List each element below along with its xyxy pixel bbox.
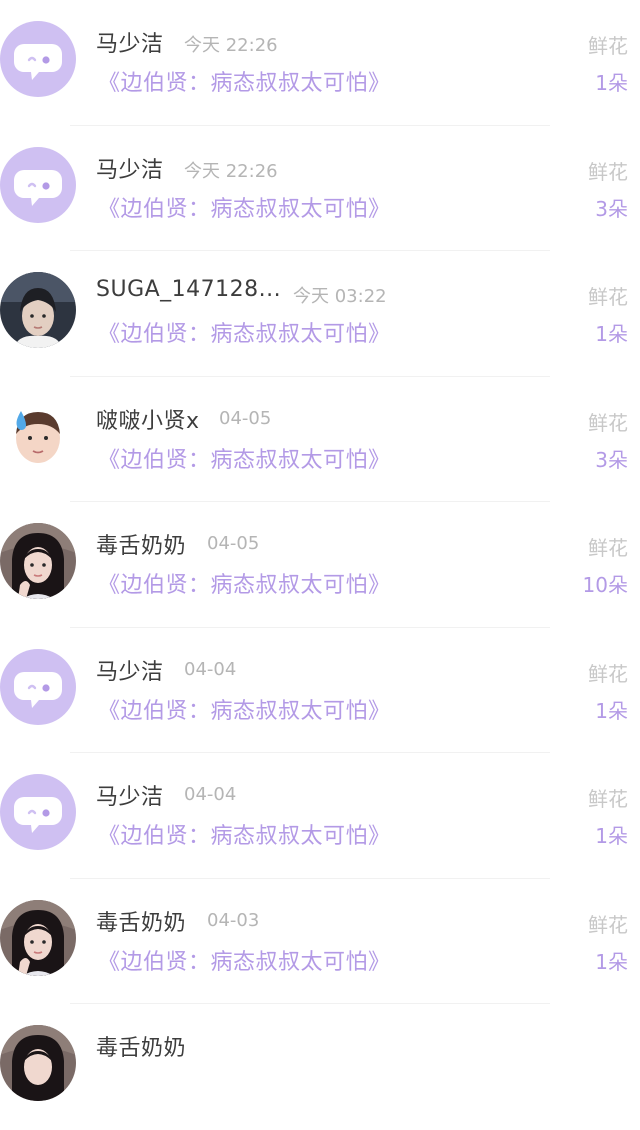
- list-item[interactable]: 毒舌奶奶 04-05 《边伯贤：病态叔叔太可怕》 鲜花 10朵: [0, 502, 640, 628]
- user-avatar[interactable]: [0, 398, 76, 474]
- list-item[interactable]: 毒舌奶奶 04-03 《边伯贤：病态叔叔太可怕》 鲜花 1朵: [0, 879, 640, 1004]
- sender-name: 马少洁: [96, 157, 164, 183]
- book-title-link[interactable]: 《边伯贤：病态叔叔太可怕》: [98, 191, 391, 223]
- default-chat-avatar-icon[interactable]: [0, 648, 76, 725]
- gift-count: 10朵: [582, 573, 628, 597]
- gift-count: 1朵: [595, 949, 628, 974]
- list-item[interactable]: 毒舌奶奶: [0, 1004, 640, 1130]
- gift-type: 鲜花: [588, 536, 628, 560]
- user-avatar[interactable]: [0, 523, 76, 599]
- user-avatar[interactable]: [0, 1025, 76, 1101]
- gift-count: 3朵: [595, 447, 628, 472]
- sender-name: 啵啵小贤x: [96, 408, 200, 434]
- book-title-link[interactable]: 《边伯贤：病态叔叔太可怕》: [98, 316, 391, 348]
- book-title-link[interactable]: 《边伯贤：病态叔叔太可怕》: [98, 693, 391, 725]
- list-item[interactable]: SUGA_147128... 今天 03:22 《边伯贤：病态叔叔太可怕》 鲜花…: [0, 251, 640, 377]
- book-title-link[interactable]: 《边伯贤：病态叔叔太可怕》: [98, 567, 391, 599]
- gift-count: 1朵: [595, 698, 628, 723]
- book-title-link[interactable]: 《边伯贤：病态叔叔太可怕》: [98, 818, 391, 850]
- list-item[interactable]: 马少洁 04-04 《边伯贤：病态叔叔太可怕》 鲜花 1朵: [0, 753, 640, 879]
- sent-time: 04-05: [219, 407, 272, 429]
- gift-type: 鲜花: [588, 912, 628, 937]
- book-title-link[interactable]: 《边伯贤：病态叔叔太可怕》: [98, 442, 391, 474]
- book-title-link[interactable]: 《边伯贤：病态叔叔太可怕》: [98, 944, 391, 976]
- gift-type: 鲜花: [588, 661, 628, 686]
- flower-gift-list: 马少洁 今天 22:26 《边伯贤：病态叔叔太可怕》 鲜花 1朵 马少洁 今天 …: [0, 0, 640, 1130]
- book-title-link[interactable]: 《边伯贤：病态叔叔太可怕》: [98, 65, 391, 97]
- sender-name: 马少洁: [96, 659, 164, 685]
- list-item[interactable]: 马少洁 今天 22:26 《边伯贤：病态叔叔太可怕》 鲜花 1朵: [0, 0, 640, 126]
- gift-count: 3朵: [595, 196, 628, 221]
- default-chat-avatar-icon[interactable]: [0, 21, 76, 97]
- sent-time: 04-04: [184, 784, 237, 805]
- sent-time: 今天 22:26: [184, 35, 278, 56]
- default-chat-avatar-icon[interactable]: [0, 774, 76, 850]
- gift-count: 1朵: [595, 322, 628, 346]
- sent-time: 今天 03:22: [293, 286, 387, 307]
- gift-type: 鲜花: [588, 159, 628, 184]
- sender-name: 毒舌奶奶: [96, 910, 187, 936]
- gift-type: 鲜花: [588, 34, 628, 58]
- sender-name: 马少洁: [96, 32, 164, 57]
- sender-name: SUGA_147128...: [96, 277, 282, 302]
- list-item[interactable]: 马少洁 04-04 《边伯贤：病态叔叔太可怕》 鲜花 1朵: [0, 628, 640, 753]
- gift-type: 鲜花: [588, 285, 628, 309]
- gift-type: 鲜花: [588, 410, 628, 435]
- sender-name: 毒舌奶奶: [96, 534, 187, 559]
- sent-time: 04-04: [184, 658, 237, 680]
- sent-time: 今天 22:26: [184, 160, 278, 182]
- sent-time: 04-05: [207, 533, 260, 554]
- sent-time: 04-03: [207, 909, 260, 931]
- list-item[interactable]: 啵啵小贤x 04-05 《边伯贤：病态叔叔太可怕》 鲜花 3朵: [0, 377, 640, 502]
- gift-count: 1朵: [595, 71, 628, 95]
- sender-name: 毒舌奶奶: [96, 1036, 187, 1061]
- default-chat-avatar-icon[interactable]: [0, 146, 76, 223]
- gift-type: 鲜花: [588, 787, 628, 811]
- sender-name: 马少洁: [96, 785, 164, 810]
- user-avatar[interactable]: [0, 272, 76, 348]
- gift-count: 1朵: [595, 824, 628, 848]
- list-item[interactable]: 马少洁 今天 22:26 《边伯贤：病态叔叔太可怕》 鲜花 3朵: [0, 126, 640, 251]
- user-avatar[interactable]: [0, 899, 76, 976]
